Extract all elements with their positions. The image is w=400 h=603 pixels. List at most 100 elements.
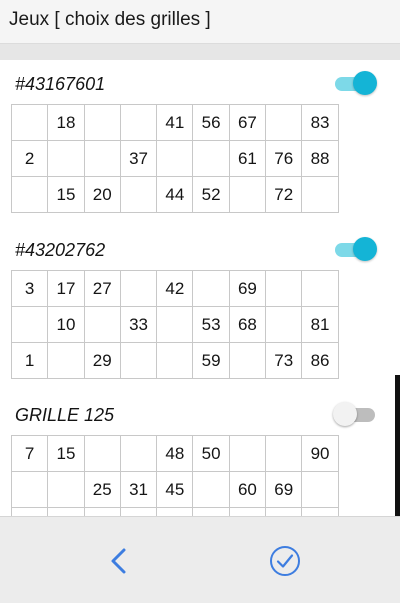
grille-cell[interactable]: 72 <box>265 176 303 213</box>
toggle-knob <box>333 402 357 426</box>
grille-cell[interactable] <box>265 306 303 343</box>
grille-cell[interactable] <box>228 342 267 379</box>
grille-cell[interactable]: 52 <box>192 176 230 213</box>
page-title: Jeux [ choix des grilles ] <box>9 9 211 30</box>
grille-cell[interactable] <box>192 270 230 307</box>
grille-cell[interactable] <box>83 507 121 516</box>
grille-cell[interactable] <box>156 140 194 177</box>
grille-cell[interactable] <box>10 306 49 343</box>
grille-cell[interactable] <box>83 306 121 343</box>
grille-cell[interactable]: 68 <box>228 306 267 343</box>
grille-cell[interactable] <box>10 507 49 516</box>
grille-cell[interactable]: 88 <box>301 140 339 177</box>
grille-row: 7 15 48 50 90 <box>10 435 339 472</box>
grille-cell[interactable] <box>192 471 230 508</box>
grille-cell[interactable]: 29 <box>83 342 121 379</box>
grille-select-toggle[interactable] <box>333 237 377 263</box>
grille-cell[interactable]: 1 <box>10 342 49 379</box>
grille-cell[interactable]: 50 <box>192 435 230 472</box>
grille-cell[interactable]: 76 <box>265 140 303 177</box>
grille-cell[interactable] <box>301 270 339 307</box>
grille-cell[interactable] <box>83 435 121 472</box>
grille-cell[interactable] <box>228 507 267 516</box>
title-bar: Jeux [ choix des grilles ] <box>0 0 400 44</box>
grille-cell[interactable] <box>10 471 49 508</box>
grille-cell[interactable] <box>10 176 49 213</box>
grille-cell[interactable] <box>265 270 303 307</box>
grille-cell[interactable]: 18 <box>47 104 85 141</box>
bottom-navigation <box>0 516 400 603</box>
grille-cell[interactable] <box>156 342 194 379</box>
grilles-list[interactable]: #43167601 18 41 56 67 83 2 37 61 76 88 15 20 44 52 72 … <box>0 60 400 516</box>
grille-cell[interactable] <box>10 104 49 141</box>
grille-cell[interactable]: 86 <box>301 342 339 379</box>
grille-cell[interactable]: 44 <box>156 176 194 213</box>
toggle-knob <box>353 237 377 261</box>
grille-cell[interactable]: 33 <box>119 306 158 343</box>
grille-cell[interactable] <box>83 140 121 177</box>
grille-cell[interactable]: 27 <box>83 270 121 307</box>
grille-cell[interactable] <box>228 435 267 472</box>
grille-cell[interactable]: 73 <box>265 342 303 379</box>
grille-cell[interactable] <box>192 140 230 177</box>
grille-cell[interactable] <box>301 471 339 508</box>
grille-cell[interactable]: 45 <box>156 471 194 508</box>
grille-cell[interactable]: 67 <box>228 104 267 141</box>
grille-cell[interactable]: 69 <box>228 270 267 307</box>
grille-cell[interactable]: 42 <box>156 270 194 307</box>
grille-cell[interactable] <box>47 342 85 379</box>
grille-select-toggle[interactable] <box>333 71 377 97</box>
grille-cell[interactable] <box>228 176 267 213</box>
scrollbar-thumb[interactable] <box>395 375 400 516</box>
grille-cell[interactable]: 15 <box>47 176 85 213</box>
grille-cell[interactable] <box>83 104 121 141</box>
grille-cell[interactable] <box>47 471 85 508</box>
grille-cell[interactable]: 59 <box>192 342 230 379</box>
grille-cell[interactable]: 81 <box>301 306 339 343</box>
grille-cell[interactable]: 10 <box>47 306 85 343</box>
grille-cell[interactable] <box>119 342 158 379</box>
grille-title: #43167601 <box>15 74 106 94</box>
grille-cell[interactable]: 48 <box>156 435 194 472</box>
grille-select-toggle[interactable] <box>333 402 377 428</box>
grille-cell[interactable]: 25 <box>83 471 121 508</box>
grille-cell[interactable] <box>119 435 158 472</box>
grille-cell[interactable] <box>192 507 230 516</box>
grille-cell[interactable] <box>156 306 194 343</box>
grille-cell[interactable]: 41 <box>156 104 194 141</box>
grille-cell[interactable]: 69 <box>265 471 303 508</box>
grille-cell[interactable]: 20 <box>83 176 121 213</box>
grille-cell[interactable] <box>265 507 303 516</box>
grille-cell[interactable]: 7 <box>10 435 49 472</box>
grille-cell[interactable]: 17 <box>47 270 85 307</box>
confirm-button[interactable] <box>267 543 303 579</box>
grille-header: #43202762 <box>0 226 392 266</box>
grille-cell[interactable] <box>156 507 194 516</box>
grille-cell[interactable]: 61 <box>228 140 267 177</box>
grille-cell[interactable]: 31 <box>119 471 158 508</box>
grille-cell[interactable] <box>47 140 85 177</box>
grille-cell[interactable] <box>119 176 158 213</box>
grille-cell[interactable] <box>265 435 303 472</box>
grille-cell[interactable] <box>301 176 339 213</box>
grille-cell[interactable] <box>119 104 158 141</box>
grille-cell[interactable]: 53 <box>192 306 230 343</box>
app-window: Jeux [ choix des grilles ] #43167601 18 4… <box>0 0 400 603</box>
grille-cell[interactable] <box>119 507 158 516</box>
grille-cell[interactable]: 83 <box>301 104 339 141</box>
grille-title: GRILLE 125 <box>15 405 115 425</box>
grille-cell[interactable]: 60 <box>228 471 267 508</box>
grille-cell[interactable]: 37 <box>119 140 158 177</box>
grille-cell[interactable]: 2 <box>10 140 49 177</box>
grille-cell[interactable]: 15 <box>47 435 85 472</box>
grille-cell[interactable] <box>301 507 339 516</box>
grille-table: 3 17 27 42 69 10 33 53 68 81 1 29 59 73 86 <box>10 270 339 379</box>
grille-cell[interactable]: 56 <box>192 104 230 141</box>
grille-cell[interactable] <box>47 507 85 516</box>
grille-cell[interactable]: 90 <box>301 435 339 472</box>
grille-cell[interactable]: 3 <box>10 270 49 307</box>
grille-cell[interactable] <box>265 104 303 141</box>
grille-cell[interactable] <box>119 270 158 307</box>
back-button[interactable] <box>102 543 138 579</box>
grille-row: 2 37 61 76 88 <box>10 140 339 177</box>
